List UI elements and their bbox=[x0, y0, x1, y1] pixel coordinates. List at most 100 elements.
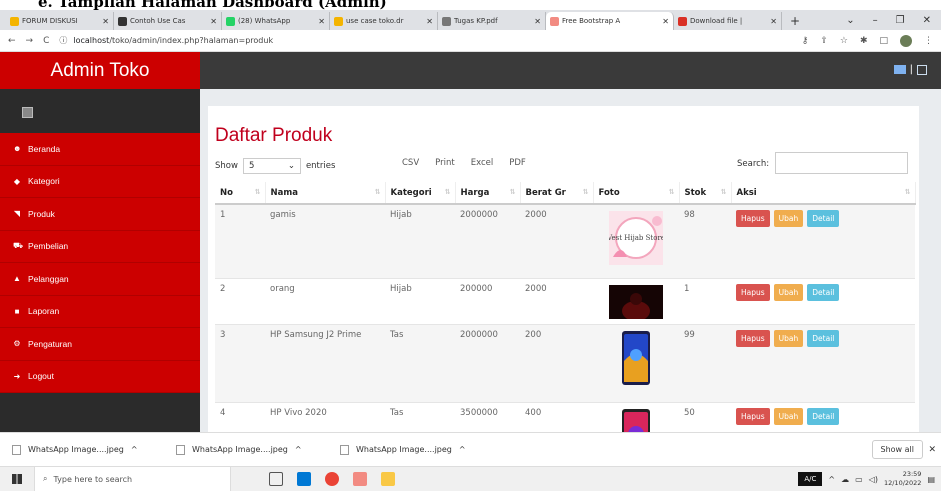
download-item[interactable]: WhatsApp Image....jpeg ^ bbox=[12, 444, 176, 455]
sidebar-item-kategori[interactable]: ◆ Kategori bbox=[0, 166, 200, 198]
sidebar-item-pembelian[interactable]: ⛟ Pembelian bbox=[0, 231, 200, 263]
battery-icon[interactable]: ▭ bbox=[855, 475, 863, 484]
edit-button[interactable]: Ubah bbox=[773, 329, 804, 347]
download-item[interactable]: WhatsApp Image....jpeg ^ bbox=[340, 444, 504, 455]
sidebar-item-logout[interactable]: ➜ Logout bbox=[0, 361, 200, 393]
reload-icon[interactable]: C bbox=[43, 36, 49, 46]
chrome-icon[interactable] bbox=[325, 472, 339, 486]
column-header[interactable]: Foto ⇅ bbox=[593, 182, 680, 205]
browser-tab[interactable]: use case toko.dr ✕ bbox=[330, 12, 438, 30]
brand-logo[interactable]: Admin Toko bbox=[0, 52, 200, 89]
column-label: Nama bbox=[270, 187, 298, 198]
download-name: WhatsApp Image....jpeg bbox=[356, 445, 452, 454]
chevron-up-icon[interactable]: ^ bbox=[295, 445, 302, 454]
url-path: /toko/admin/index.php?halaman=produk bbox=[109, 36, 274, 45]
vscode-icon[interactable] bbox=[297, 472, 311, 486]
cell-berat: 200 bbox=[520, 324, 593, 403]
detail-button[interactable]: Detail bbox=[807, 407, 840, 425]
start-button[interactable] bbox=[0, 474, 34, 484]
mail-icon[interactable] bbox=[893, 65, 906, 74]
close-icon[interactable]: ✕ bbox=[207, 17, 217, 26]
new-tab-button[interactable]: + bbox=[782, 12, 808, 30]
info-icon[interactable]: ⓘ bbox=[59, 35, 67, 46]
sidepanel-icon[interactable]: □ bbox=[879, 36, 888, 46]
column-header[interactable]: Kategori ⇅ bbox=[385, 182, 456, 205]
sidebar-item-pelanggan[interactable]: ▲ Pelanggan bbox=[0, 263, 200, 296]
sort-icon: ⇅ bbox=[582, 188, 589, 196]
detail-button[interactable]: Detail bbox=[807, 329, 840, 347]
pdf-button[interactable]: PDF bbox=[507, 156, 528, 170]
app-icon[interactable] bbox=[353, 472, 367, 486]
restore-icon[interactable]: ❐ bbox=[896, 15, 905, 26]
close-icon[interactable]: ✕ bbox=[659, 17, 669, 26]
volume-icon[interactable]: ◁) bbox=[869, 475, 878, 484]
sidebar-item-pengaturan[interactable]: ⚙ Pengaturan bbox=[0, 328, 200, 361]
browser-tab[interactable]: (28) WhatsApp ✕ bbox=[222, 12, 330, 30]
browser-tab[interactable]: Download file | ✕ bbox=[674, 12, 782, 30]
close-icon[interactable]: ✕ bbox=[99, 17, 109, 26]
sidebar-item-beranda[interactable]: ☻ Beranda bbox=[0, 133, 200, 166]
browser-tab[interactable]: Contoh Use Cas ✕ bbox=[114, 12, 222, 30]
forward-icon[interactable]: → bbox=[26, 36, 34, 46]
cloud-icon[interactable]: ☁ bbox=[841, 475, 849, 484]
url-field[interactable]: ⓘ localhost/toko/admin/index.php?halaman… bbox=[59, 35, 273, 46]
detail-button[interactable]: Detail bbox=[807, 210, 840, 227]
delete-button[interactable]: Hapus bbox=[736, 407, 770, 425]
column-header[interactable]: Berat Gr ⇅ bbox=[520, 182, 594, 205]
close-icon[interactable]: ✕ bbox=[928, 445, 936, 455]
browser-tab[interactable]: Free Bootstrap A ✕ bbox=[546, 12, 674, 30]
close-icon[interactable]: ✕ bbox=[767, 17, 777, 26]
minimize-icon[interactable]: – bbox=[873, 15, 878, 26]
search-input[interactable] bbox=[775, 152, 909, 174]
edit-button[interactable]: Ubah bbox=[773, 407, 804, 425]
delete-button[interactable]: Hapus bbox=[736, 210, 770, 227]
delete-button[interactable]: Hapus bbox=[736, 329, 770, 347]
menu-icon[interactable]: ⋮ bbox=[924, 36, 933, 46]
print-button[interactable]: Print bbox=[433, 156, 457, 170]
extensions-icon[interactable]: ✱ bbox=[860, 36, 868, 46]
close-icon[interactable]: ✕ bbox=[923, 15, 931, 26]
taskbar-search[interactable]: ⌕ Type here to search bbox=[34, 466, 231, 491]
show-all-button[interactable]: Show all bbox=[871, 440, 923, 459]
chevron-up-icon[interactable]: ^ bbox=[131, 445, 138, 454]
delete-button[interactable]: Hapus bbox=[736, 283, 770, 301]
tab-favicon-icon bbox=[550, 16, 559, 26]
broken-image-icon[interactable] bbox=[917, 64, 927, 75]
entries-select[interactable]: 5 ⌄ bbox=[242, 158, 301, 174]
key-icon[interactable]: ⚷ bbox=[802, 36, 809, 46]
sidebar-item-produk[interactable]: ◥ Produk bbox=[0, 198, 200, 231]
chevron-up-icon[interactable]: ^ bbox=[828, 475, 835, 484]
chevron-up-icon[interactable]: ^ bbox=[459, 445, 466, 454]
sidebar-item-laporan[interactable]: ■ Laporan bbox=[0, 296, 200, 328]
download-item[interactable]: WhatsApp Image....jpeg ^ bbox=[176, 444, 340, 455]
column-header[interactable]: No ⇅ bbox=[215, 182, 266, 205]
avatar[interactable] bbox=[900, 34, 912, 47]
edit-button[interactable]: Ubah bbox=[773, 283, 804, 301]
detail-button[interactable]: Detail bbox=[807, 283, 840, 301]
close-icon[interactable]: ✕ bbox=[315, 17, 325, 26]
clock[interactable]: 23:59 12/10/2022 bbox=[884, 470, 921, 488]
column-header[interactable]: Aksi ⇅ bbox=[731, 182, 916, 205]
close-icon[interactable]: ✕ bbox=[531, 17, 541, 26]
file-explorer-icon[interactable] bbox=[381, 472, 395, 486]
ac-indicator[interactable]: A/C bbox=[798, 472, 823, 486]
share-icon[interactable]: ⇪ bbox=[820, 36, 828, 46]
browser-tab[interactable]: FORUM DISKUSI ✕ bbox=[6, 12, 114, 30]
column-header[interactable]: Nama ⇅ bbox=[265, 182, 386, 205]
chevron-down-icon[interactable]: ⌄ bbox=[846, 15, 854, 26]
csv-button[interactable]: CSV bbox=[400, 156, 421, 170]
notification-icon[interactable]: ▤ bbox=[927, 475, 935, 484]
task-view-icon[interactable] bbox=[269, 472, 283, 486]
star-icon[interactable]: ☆ bbox=[840, 36, 848, 46]
close-icon[interactable]: ✕ bbox=[423, 17, 433, 26]
back-icon[interactable]: ← bbox=[8, 36, 16, 46]
action-buttons: Hapus Ubah Detail bbox=[736, 283, 910, 301]
browser-tab[interactable]: Tugas KP.pdf ✕ bbox=[438, 12, 546, 30]
excel-button[interactable]: Excel bbox=[469, 156, 496, 170]
edit-button[interactable]: Ubah bbox=[773, 210, 804, 227]
taskbar: ⌕ Type here to search A/C ^ ☁ ▭ ◁) 23:59 1… bbox=[0, 466, 941, 491]
column-header[interactable]: Stok ⇅ bbox=[679, 182, 732, 205]
search-placeholder: Type here to search bbox=[53, 474, 133, 484]
column-header[interactable]: Harga ⇅ bbox=[455, 182, 521, 205]
action-buttons: Hapus Ubah Detail bbox=[736, 407, 910, 425]
